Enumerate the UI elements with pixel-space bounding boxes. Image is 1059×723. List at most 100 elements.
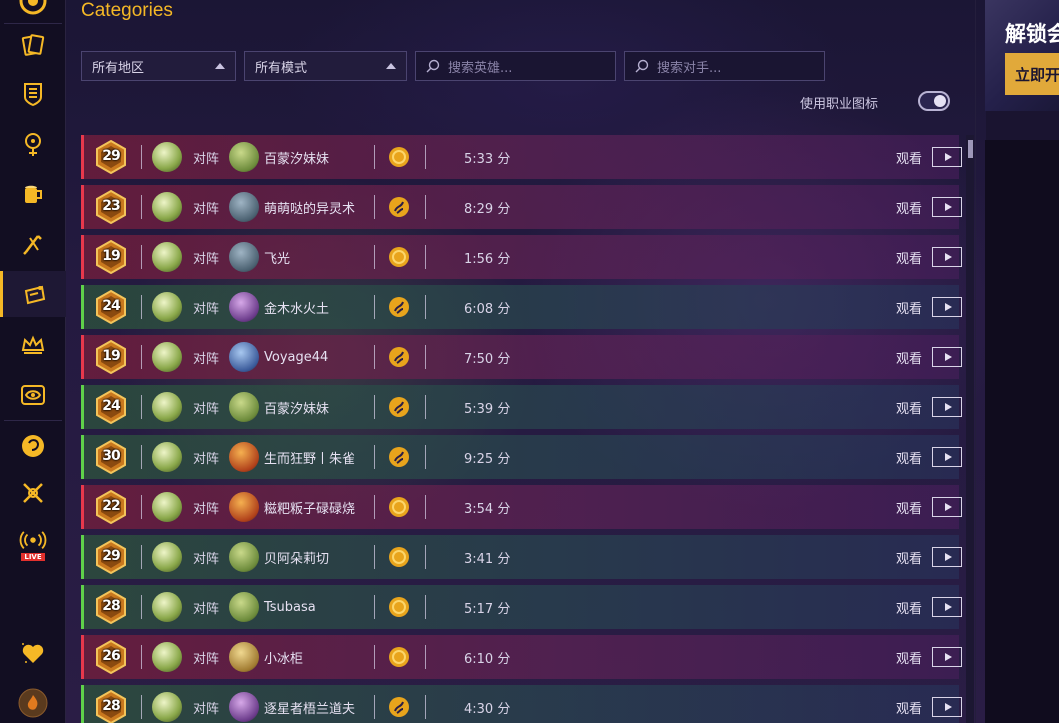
class-icon[interactable]	[0, 121, 66, 167]
play-button[interactable]	[932, 147, 962, 167]
promo-banner[interactable]: 解锁会 立即开	[985, 0, 1059, 111]
rank-value: 28	[102, 598, 120, 614]
watch-label[interactable]: 观看	[896, 148, 922, 167]
watch-label[interactable]: 观看	[896, 348, 922, 367]
row-divider	[141, 545, 142, 569]
mode-select-value: 所有模式	[255, 60, 308, 76]
live-icon[interactable]: LIVE	[0, 520, 66, 570]
opponent-name[interactable]: 糍粑粄子碌碌烧	[264, 498, 355, 517]
logo-icon[interactable]	[0, 0, 66, 24]
vs-label: 对阵	[193, 651, 220, 667]
play-button[interactable]	[932, 597, 962, 617]
game-row[interactable]: 28 对阵 逐星者梧兰道夫 4:30 分 观看	[81, 685, 962, 723]
game-row[interactable]: 22 对阵 糍粑粄子碌碌烧 3:54 分 观看	[81, 485, 962, 529]
watch-label[interactable]: 观看	[896, 648, 922, 667]
game-row[interactable]: 19 对阵 飞光 1:56 分 观看	[81, 235, 962, 279]
rank-badge: 29	[95, 540, 127, 574]
left-sidebar: LIVE	[0, 0, 66, 723]
tavern-icon[interactable]	[0, 171, 66, 217]
promo-button[interactable]: 立即开	[1005, 53, 1059, 95]
row-divider	[425, 545, 426, 569]
rank-badge: 22	[95, 490, 127, 524]
play-icon	[944, 703, 952, 711]
player-hero-portrait	[152, 442, 182, 472]
game-duration: 6:08 分	[464, 301, 511, 317]
duo-icon	[389, 197, 409, 217]
eye-icon[interactable]	[0, 372, 66, 418]
opponent-name[interactable]: Voyage44	[264, 350, 328, 365]
battlegrounds-icon[interactable]	[0, 271, 66, 317]
watch-label[interactable]: 观看	[896, 248, 922, 267]
watch-label[interactable]: 观看	[896, 598, 922, 617]
play-button[interactable]	[932, 247, 962, 267]
opponent-search-input[interactable]: 搜索对手...	[624, 51, 825, 81]
opponent-name[interactable]: 逐星者梧兰道夫	[264, 698, 355, 717]
scrollbar-thumb[interactable]	[968, 140, 973, 158]
class-icon-toggle[interactable]	[918, 91, 950, 111]
opponent-hero-portrait	[229, 142, 259, 172]
game-row[interactable]: 29 对阵 贝阿朵莉切 3:41 分 观看	[81, 535, 962, 579]
game-row[interactable]: 30 对阵 生而狂野丨朱雀 9:25 分 观看	[81, 435, 962, 479]
watch-label[interactable]: 观看	[896, 198, 922, 217]
swords-icon[interactable]	[0, 470, 66, 516]
watch-label[interactable]: 观看	[896, 448, 922, 467]
crown-icon[interactable]	[0, 322, 66, 368]
watch-label[interactable]: 观看	[896, 498, 922, 517]
watch-label[interactable]: 观看	[896, 548, 922, 567]
play-button[interactable]	[932, 647, 962, 667]
play-button[interactable]	[932, 197, 962, 217]
game-row[interactable]: 28 对阵 Tsubasa 5:17 分 观看	[81, 585, 962, 629]
scrollbar-track[interactable]	[966, 135, 974, 723]
game-row[interactable]: 23 对阵 萌萌哒的异灵术 8:29 分 观看	[81, 185, 962, 229]
rank-value: 24	[102, 298, 120, 314]
rank-value: 23	[102, 198, 120, 214]
arena-icon[interactable]	[0, 220, 66, 266]
game-row[interactable]: 29 对阵 百蒙汐妹妹 5:33 分 观看	[81, 135, 962, 179]
opponent-name[interactable]: Tsubasa	[264, 600, 316, 615]
opponent-name[interactable]: 百蒙汐妹妹	[264, 398, 329, 417]
opponent-name[interactable]: 飞光	[264, 248, 290, 267]
mercenary-icon[interactable]	[0, 423, 66, 469]
heart-icon[interactable]	[0, 630, 66, 676]
play-button[interactable]	[932, 297, 962, 317]
avatar-icon[interactable]	[0, 680, 66, 723]
row-divider	[425, 495, 426, 519]
shield-icon[interactable]	[0, 71, 66, 117]
play-button[interactable]	[932, 347, 962, 367]
opponent-name[interactable]: 萌萌哒的异灵术	[264, 198, 355, 217]
row-divider	[425, 695, 426, 719]
mode-select[interactable]: 所有模式	[244, 51, 407, 81]
opponent-name[interactable]: 小冰柜	[264, 648, 303, 667]
vs-label: 对阵	[193, 251, 220, 267]
cards-icon[interactable]	[0, 22, 66, 68]
play-button[interactable]	[932, 547, 962, 567]
opponent-name[interactable]: 百蒙汐妹妹	[264, 148, 329, 167]
game-duration: 3:54 分	[464, 501, 511, 517]
coin-icon	[389, 647, 409, 667]
play-button[interactable]	[932, 497, 962, 517]
game-duration: 4:30 分	[464, 701, 511, 717]
watch-label[interactable]: 观看	[896, 298, 922, 317]
row-divider	[374, 595, 375, 619]
region-select[interactable]: 所有地区	[81, 51, 236, 81]
watch-label[interactable]: 观看	[896, 698, 922, 717]
rank-value: 26	[102, 648, 120, 664]
game-row[interactable]: 24 对阵 百蒙汐妹妹 5:39 分 观看	[81, 385, 962, 429]
opponent-name[interactable]: 贝阿朵莉切	[264, 548, 329, 567]
play-button[interactable]	[932, 447, 962, 467]
player-hero-portrait	[152, 242, 182, 272]
opponent-name[interactable]: 生而狂野丨朱雀	[264, 448, 355, 467]
rank-badge: 24	[95, 290, 127, 324]
watch-label[interactable]: 观看	[896, 398, 922, 417]
play-button[interactable]	[932, 697, 962, 717]
game-duration: 5:17 分	[464, 601, 511, 617]
play-button[interactable]	[932, 397, 962, 417]
game-row[interactable]: 19 对阵 Voyage44 7:50 分 观看	[81, 335, 962, 379]
play-icon	[944, 353, 952, 361]
opponent-name[interactable]: 金木水火土	[264, 298, 329, 317]
game-row[interactable]: 26 对阵 小冰柜 6:10 分 观看	[81, 635, 962, 679]
rank-value: 22	[102, 498, 120, 514]
hero-search-input[interactable]: 搜索英雄...	[415, 51, 616, 81]
game-row[interactable]: 24 对阵 金木水火土 6:08 分 观看	[81, 285, 962, 329]
row-divider	[374, 545, 375, 569]
